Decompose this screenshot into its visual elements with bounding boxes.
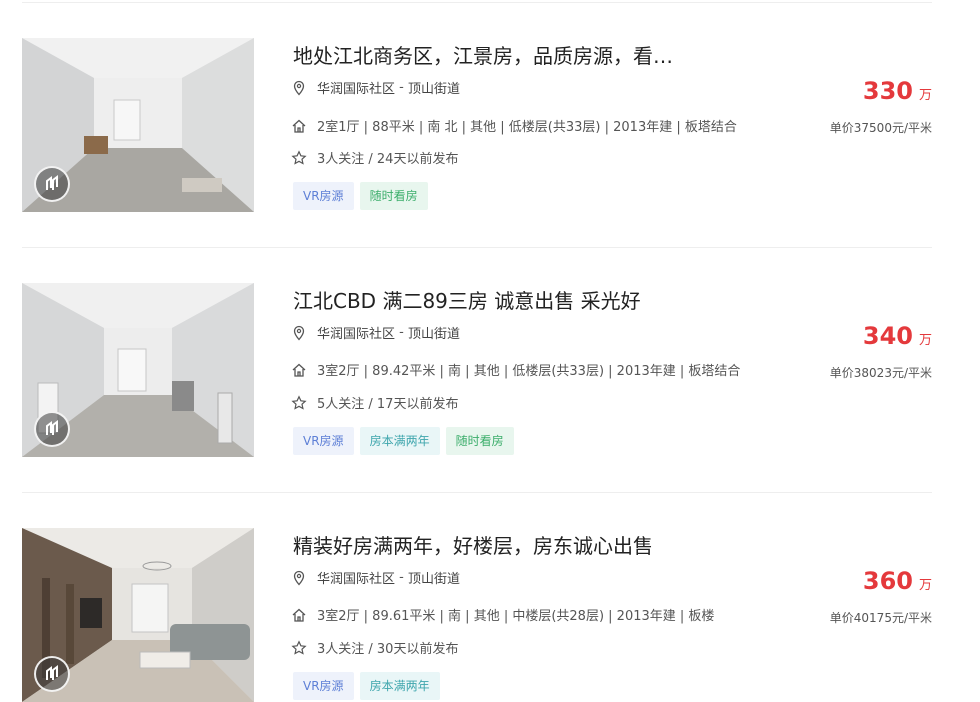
- tag-list: VR房源 房本满两年: [293, 672, 440, 700]
- location-row: 华润国际社区 - 顶山街道: [291, 78, 460, 97]
- listing-divider: [22, 492, 932, 493]
- house-info: 3室2厅 | 89.42平米 | 南 | 其他 | 低楼层(共33层) | 20…: [317, 364, 741, 379]
- vr-logo-icon: [34, 411, 70, 447]
- location-pin-icon: [291, 325, 307, 341]
- community-link[interactable]: 华润国际社区: [317, 78, 395, 97]
- price-unit: 万: [918, 333, 932, 348]
- house-icon: [291, 607, 307, 623]
- follow-info: 3人关注 / 24天以前发布: [317, 152, 459, 167]
- star-icon: [291, 149, 307, 166]
- listing-title[interactable]: 地处江北商务区，江景房，品质房源，看…: [293, 40, 673, 69]
- listing-photo[interactable]: [22, 528, 254, 702]
- house-icon: [291, 118, 307, 134]
- area-link[interactable]: 顶山街道: [408, 323, 460, 342]
- price-unit: 万: [918, 578, 932, 593]
- house-info-row: 3室2厅 | 89.42平米 | 南 | 其他 | 低楼层(共33层) | 20…: [291, 360, 740, 379]
- follow-row: 3人关注 / 24天以前发布: [291, 148, 458, 167]
- total-price: 340 万: [863, 322, 932, 350]
- unit-price: 单价38023元/平米: [829, 366, 932, 380]
- star-icon: [291, 394, 307, 411]
- house-info: 3室2厅 | 89.61平米 | 南 | 其他 | 中楼层(共28层) | 20…: [317, 609, 715, 624]
- location-pin-icon: [291, 570, 307, 586]
- tag-list: VR房源 随时看房: [293, 182, 428, 210]
- top-divider: [22, 2, 932, 3]
- listing-photo[interactable]: [22, 38, 254, 212]
- tag-list: VR房源 房本满两年 随时看房: [293, 427, 514, 455]
- tag-vr: VR房源: [293, 427, 354, 455]
- tag-anytime-viewing: 随时看房: [359, 182, 428, 210]
- listing-title[interactable]: 江北CBD 满二89三房 诚意出售 采光好: [293, 285, 641, 314]
- location-pin-icon: [291, 80, 307, 96]
- tag-vr: VR房源: [293, 182, 354, 210]
- price-value: 330: [862, 77, 913, 105]
- unit-price: 单价40175元/平米: [829, 611, 932, 625]
- tag-anytime-viewing: 随时看房: [445, 427, 514, 455]
- unit-price: 单价37500元/平米: [829, 121, 932, 135]
- follow-info: 5人关注 / 17天以前发布: [317, 397, 459, 412]
- community-link[interactable]: 华润国际社区: [317, 568, 395, 587]
- price-unit: 万: [918, 88, 932, 103]
- follow-row: 5人关注 / 17天以前发布: [291, 393, 458, 412]
- house-info: 2室1厅 | 88平米 | 南 北 | 其他 | 低楼层(共33层) | 201…: [317, 120, 737, 135]
- location-separator: -: [395, 570, 408, 585]
- location-row: 华润国际社区 - 顶山街道: [291, 568, 460, 587]
- vr-logo-icon: [34, 656, 70, 692]
- area-link[interactable]: 顶山街道: [408, 568, 460, 587]
- price-value: 340: [862, 322, 913, 350]
- community-link[interactable]: 华润国际社区: [317, 323, 395, 342]
- area-link[interactable]: 顶山街道: [408, 78, 460, 97]
- listing-title[interactable]: 精装好房满两年，好楼层，房东诚心出售: [293, 530, 653, 559]
- star-icon: [291, 639, 307, 656]
- location-row: 华润国际社区 - 顶山街道: [291, 323, 460, 342]
- total-price: 360 万: [863, 567, 932, 595]
- location-separator: -: [395, 80, 408, 95]
- location-separator: -: [395, 325, 408, 340]
- tag-two-years: 房本满两年: [359, 427, 440, 455]
- house-info-row: 2室1厅 | 88平米 | 南 北 | 其他 | 低楼层(共33层) | 201…: [291, 116, 737, 135]
- total-price: 330 万: [863, 77, 932, 105]
- tag-two-years: 房本满两年: [359, 672, 440, 700]
- vr-logo-icon: [34, 166, 70, 202]
- follow-row: 3人关注 / 30天以前发布: [291, 638, 458, 657]
- house-info-row: 3室2厅 | 89.61平米 | 南 | 其他 | 中楼层(共28层) | 20…: [291, 605, 714, 624]
- listing-photo[interactable]: [22, 283, 254, 457]
- follow-info: 3人关注 / 30天以前发布: [317, 642, 459, 657]
- tag-vr: VR房源: [293, 672, 354, 700]
- price-value: 360: [862, 567, 913, 595]
- listing-divider: [22, 247, 932, 248]
- house-icon: [291, 362, 307, 378]
